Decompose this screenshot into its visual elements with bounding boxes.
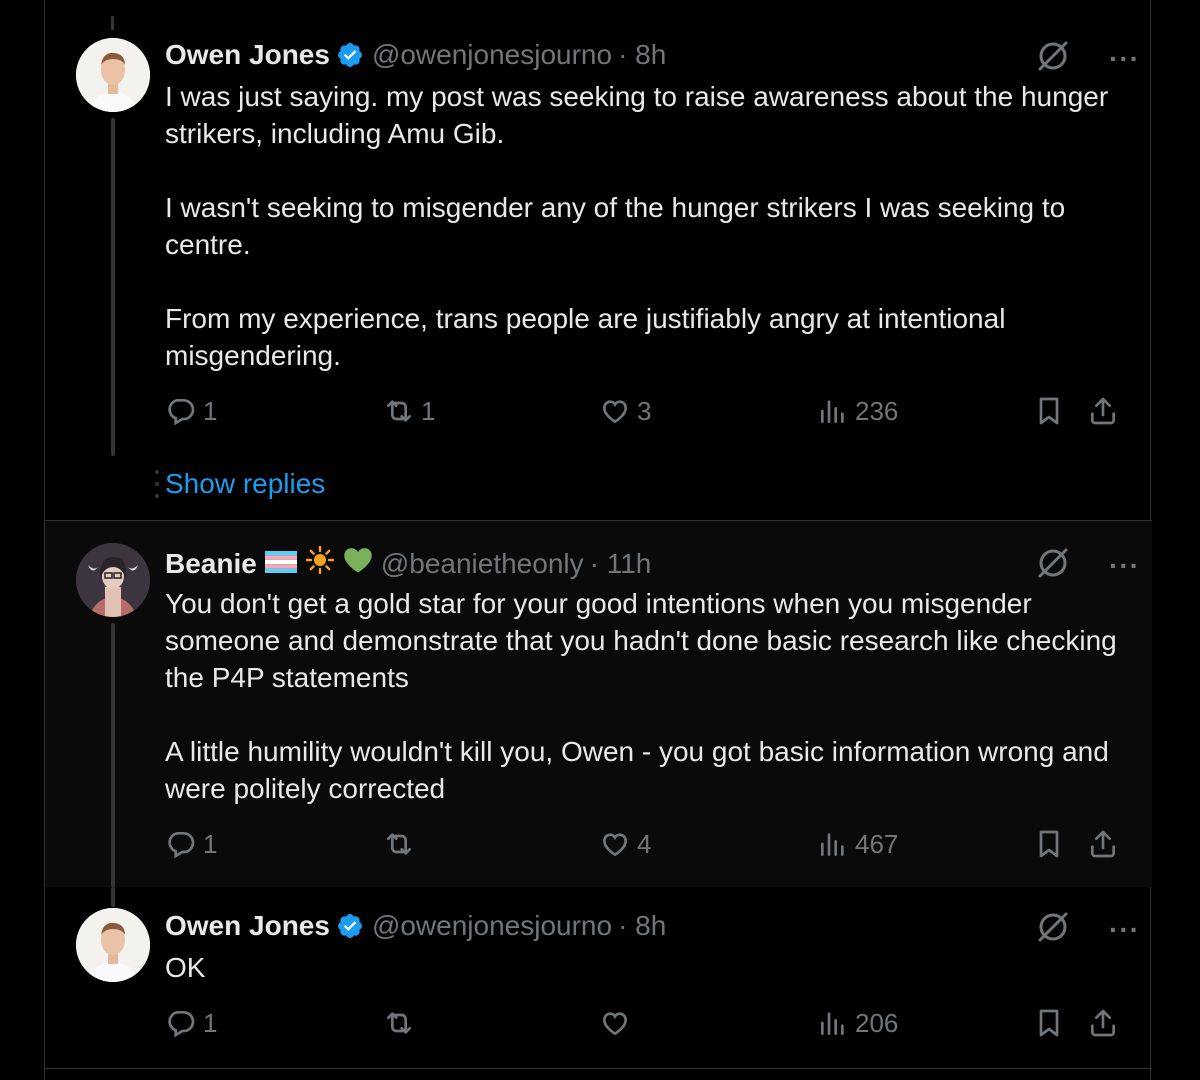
thread-line <box>111 623 115 887</box>
retweet-icon <box>387 400 411 422</box>
like-button[interactable] <box>599 1007 637 1039</box>
avatar[interactable] <box>76 908 150 982</box>
trans-flag-icon <box>264 547 297 581</box>
share-button[interactable] <box>1087 1007 1119 1039</box>
tweet-actions: 1 206 <box>165 1007 1125 1047</box>
author-name[interactable]: Owen Jones <box>165 909 330 943</box>
views-icon <box>821 1012 844 1035</box>
conversation-feed: Owen Jones @owenjonesjourno · 8h ··· I w… <box>44 0 1152 1080</box>
verified-icon <box>336 912 364 940</box>
like-count: 3 <box>637 395 652 426</box>
show-replies-link[interactable]: Show replies <box>165 468 325 500</box>
tweet-actions: 1 4 467 <box>165 828 1125 868</box>
bookmark-icon <box>1039 830 1059 858</box>
thread-line <box>111 887 115 907</box>
views-icon <box>821 400 844 423</box>
tweet-beanie[interactable]: Beanie @beanietheonly · 11h ··· You don'… <box>45 521 1152 887</box>
views-count: 206 <box>855 1007 899 1038</box>
tweet-header: Owen Jones @owenjonesjourno · 8h <box>165 38 666 72</box>
retweet-button[interactable]: 1 <box>383 395 435 427</box>
author-handle[interactable]: @owenjonesjourno <box>372 38 612 72</box>
reply-icon <box>168 832 195 859</box>
share-icon <box>1091 830 1115 858</box>
bookmark-button[interactable] <box>1033 1007 1065 1039</box>
tweet-header: Owen Jones @owenjonesjourno · 8h <box>165 909 666 943</box>
views-icon <box>821 833 844 856</box>
share-icon <box>1091 1009 1115 1037</box>
author-handle[interactable]: @owenjonesjourno <box>372 909 612 943</box>
like-icon <box>602 400 628 424</box>
bookmark-icon <box>1039 397 1059 425</box>
green-heart-icon <box>343 546 373 582</box>
retweet-icon <box>387 833 411 855</box>
tweet-owen-1[interactable]: Owen Jones @owenjonesjourno · 8h ··· I w… <box>45 0 1152 520</box>
tweet-top-actions: ··· <box>1035 545 1140 586</box>
tweet-owen-2[interactable]: Owen Jones @owenjonesjourno · 8h ··· OK … <box>45 887 1152 1068</box>
retweet-count: 1 <box>421 395 436 426</box>
separator <box>45 1068 1152 1069</box>
tweet-actions: 1 1 3 236 <box>165 395 1125 435</box>
author-name[interactable]: Beanie <box>165 547 257 581</box>
more-options-button[interactable]: ··· <box>1109 914 1140 946</box>
reply-count: 1 <box>203 1007 218 1038</box>
share-icon <box>1091 397 1115 425</box>
like-icon <box>602 1012 628 1036</box>
retweet-button[interactable] <box>383 828 421 860</box>
reply-button[interactable]: 1 <box>165 395 217 427</box>
reply-button[interactable]: 1 <box>165 828 217 860</box>
sun-icon <box>305 545 335 583</box>
thread-line <box>111 118 115 456</box>
outer-thread-connector <box>0 0 44 1080</box>
views-count: 467 <box>855 828 899 859</box>
thread-dots <box>155 470 159 506</box>
share-button[interactable] <box>1087 828 1119 860</box>
bookmark-icon <box>1039 1009 1059 1037</box>
tweet-header: Beanie @beanietheonly · 11h <box>165 545 651 583</box>
bookmark-button[interactable] <box>1033 395 1065 427</box>
avatar[interactable] <box>76 38 150 112</box>
views-button[interactable]: 236 <box>817 395 898 427</box>
tweet-text: I was just saying. my post was seeking t… <box>165 81 1109 371</box>
reply-icon <box>168 1011 195 1038</box>
tweet-text: You don't get a gold star for your good … <box>165 588 1117 804</box>
reply-count: 1 <box>203 828 218 859</box>
author-handle[interactable]: @beanietheonly <box>381 547 584 581</box>
tweet-top-actions: ··· <box>1035 38 1140 79</box>
verified-icon <box>336 41 364 69</box>
more-options-button[interactable]: ··· <box>1109 43 1140 75</box>
grok-icon[interactable] <box>1035 545 1071 586</box>
grok-icon[interactable] <box>1035 38 1071 79</box>
share-button[interactable] <box>1087 395 1119 427</box>
bookmark-button[interactable] <box>1033 828 1065 860</box>
tweet-time[interactable]: · 8h <box>618 38 666 72</box>
grok-icon[interactable] <box>1035 909 1071 950</box>
reply-icon <box>168 399 195 426</box>
like-count: 4 <box>637 828 652 859</box>
like-button[interactable]: 4 <box>599 828 651 860</box>
reply-count: 1 <box>203 395 218 426</box>
like-button[interactable]: 3 <box>599 395 651 427</box>
tweet-text: OK <box>165 952 206 983</box>
tweet-time[interactable]: · 11h <box>590 547 652 581</box>
author-name[interactable]: Owen Jones <box>165 38 330 72</box>
views-button[interactable]: 206 <box>817 1007 898 1039</box>
views-count: 236 <box>855 395 899 426</box>
retweet-icon <box>387 1012 411 1034</box>
views-button[interactable]: 467 <box>817 828 898 860</box>
reply-button[interactable]: 1 <box>165 1007 217 1039</box>
like-icon <box>602 833 628 857</box>
more-options-button[interactable]: ··· <box>1109 550 1140 582</box>
retweet-button[interactable] <box>383 1007 421 1039</box>
tweet-time[interactable]: · 8h <box>618 909 666 943</box>
tweet-top-actions: ··· <box>1035 909 1140 950</box>
avatar[interactable] <box>76 543 150 617</box>
